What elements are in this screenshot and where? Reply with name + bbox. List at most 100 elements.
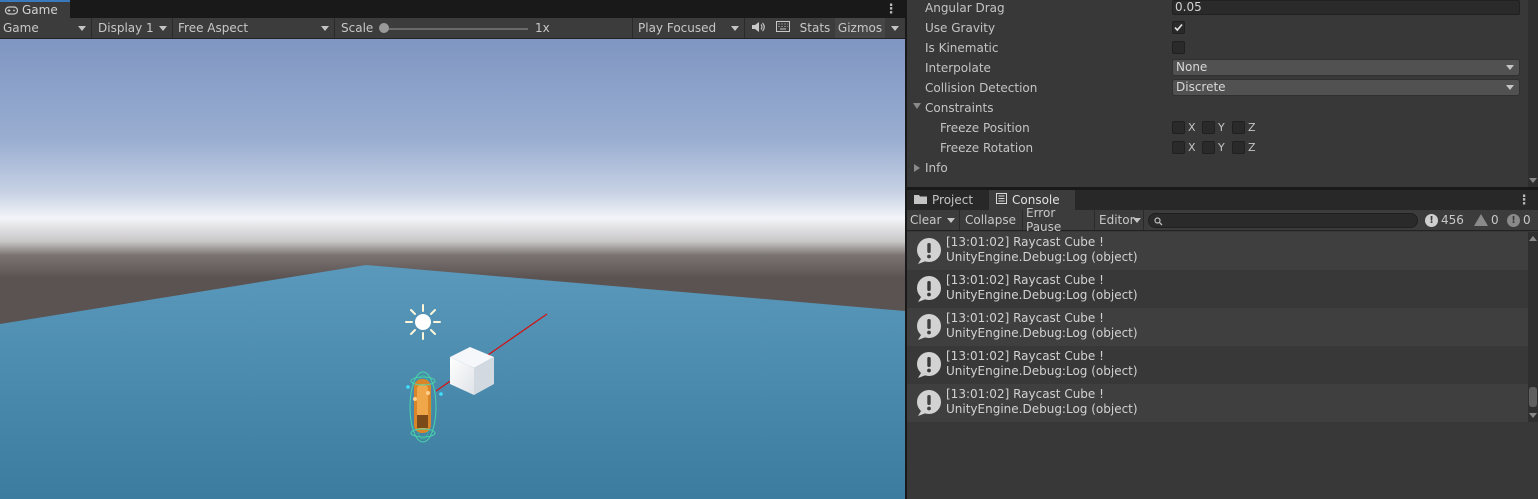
inspector-scrollbar[interactable] <box>1528 0 1538 187</box>
chevron-down-icon <box>159 26 167 31</box>
chevron-down-icon <box>1506 85 1514 90</box>
error-count: 0 <box>1523 213 1531 227</box>
angular-drag-field[interactable]: 0.05 <box>1172 0 1520 15</box>
play-mode-dropdown[interactable]: Play Focused <box>633 18 745 38</box>
tab-console-label: Console <box>1012 193 1060 207</box>
log-stacktrace: UnityEngine.Debug:Log (object) <box>946 250 1138 264</box>
collision-detection-dropdown[interactable]: Discrete <box>1172 79 1520 96</box>
freeze-position-x-checkbox[interactable] <box>1172 121 1185 134</box>
interpolate-dropdown[interactable]: None <box>1172 59 1520 76</box>
console-log-list: [13:01:02] Raycast Cube ! UnityEngine.De… <box>907 232 1528 422</box>
directional-light-gizmo[interactable] <box>405 304 441 340</box>
collision-detection-row: Collision Detection Discrete <box>907 79 1528 100</box>
scroll-down-icon[interactable] <box>1529 178 1537 183</box>
use-gravity-label: Use Gravity <box>925 21 996 35</box>
console-search-input[interactable] <box>1148 213 1418 228</box>
clear-dropdown[interactable]: Clear <box>907 210 960 230</box>
is-kinematic-label: Is Kinematic <box>925 41 999 55</box>
display-dropdown[interactable]: Display 1 <box>92 18 173 38</box>
mute-audio-button[interactable] <box>746 18 770 38</box>
use-gravity-checkbox[interactable] <box>1172 21 1185 34</box>
log-entry[interactable]: [13:01:02] Raycast Cube ! UnityEngine.De… <box>907 346 1528 384</box>
stats-button[interactable]: Stats <box>796 18 834 38</box>
info-icon <box>915 275 943 303</box>
freeze-position-x-label: X <box>1188 121 1196 134</box>
log-stacktrace: UnityEngine.Debug:Log (object) <box>946 288 1138 302</box>
aspect-dropdown[interactable]: Free Aspect <box>173 18 335 38</box>
error-count-toggle[interactable]: ! 0 <box>1507 210 1531 230</box>
error-pause-toggle[interactable]: Error Pause <box>1023 206 1095 234</box>
kebab-menu-icon[interactable]: ⋮ <box>885 0 898 18</box>
scroll-down-icon[interactable] <box>1529 413 1537 418</box>
freeze-rotation-y-checkbox[interactable] <box>1202 141 1215 154</box>
foldout-expanded-icon <box>913 103 921 109</box>
stats-label: Stats <box>799 21 831 35</box>
chevron-down-icon <box>1133 218 1141 223</box>
constraints-foldout[interactable]: Constraints <box>907 100 1528 120</box>
freeze-position-y-label: Y <box>1218 121 1225 134</box>
freeze-rotation-label: Freeze Rotation <box>940 141 1034 155</box>
shortcuts-button[interactable] <box>771 18 795 38</box>
collapse-toggle[interactable]: Collapse <box>960 210 1023 230</box>
view-mode-label: Game <box>3 21 39 35</box>
freeze-position-z-checkbox[interactable] <box>1232 121 1245 134</box>
chevron-down-icon <box>78 26 86 31</box>
info-icon: ! <box>1425 213 1438 227</box>
interpolate-value: None <box>1176 60 1208 74</box>
log-entry[interactable]: [13:01:02] Raycast Cube ! UnityEngine.De… <box>907 308 1528 346</box>
gizmos-toggle[interactable]: Gizmos <box>835 18 885 38</box>
game-panel: Game ⋮ Game Display 1 Free Aspect Scale … <box>0 0 905 499</box>
is-kinematic-row: Is Kinematic <box>907 40 1528 60</box>
log-entry[interactable]: [13:01:02] Raycast Cube ! UnityEngine.De… <box>907 270 1528 308</box>
console-tabbar: Project Console ⋮ <box>907 190 1538 210</box>
game-tabbar: Game ⋮ <box>0 0 905 18</box>
tab-game[interactable]: Game <box>0 0 70 18</box>
tab-project[interactable]: Project <box>907 190 987 210</box>
tab-game-label: Game <box>22 3 58 17</box>
search-icon <box>1154 215 1163 229</box>
freeze-position-y-checkbox[interactable] <box>1202 121 1215 134</box>
game-viewport[interactable] <box>0 39 905 499</box>
freeze-rotation-row: Freeze Rotation X Y Z <box>907 140 1528 160</box>
console-scrollbar[interactable] <box>1528 232 1538 422</box>
scrollbar-thumb[interactable] <box>1529 387 1537 407</box>
scale-slider-handle[interactable] <box>379 23 389 33</box>
freeze-position-row: Freeze Position X Y Z <box>907 120 1528 140</box>
use-gravity-row: Use Gravity <box>907 20 1528 40</box>
log-entry[interactable]: [13:01:02] Raycast Cube ! UnityEngine.De… <box>907 384 1528 422</box>
gizmos-menu-dropdown[interactable] <box>886 18 904 38</box>
scale-slider-track[interactable] <box>380 28 528 30</box>
freeze-rotation-z-label: Z <box>1248 141 1256 154</box>
freeze-rotation-y-label: Y <box>1218 141 1225 154</box>
kebab-menu-icon[interactable]: ⋮ <box>1518 191 1531 209</box>
log-message: [13:01:02] Raycast Cube ! <box>946 311 1104 325</box>
folder-icon <box>914 193 927 207</box>
info-foldout[interactable]: Info <box>907 160 1528 180</box>
log-entry[interactable]: [13:01:02] Raycast Cube ! UnityEngine.De… <box>907 232 1528 270</box>
info-icon <box>915 313 943 341</box>
chevron-down-icon <box>891 25 899 31</box>
console-toolbar: Clear Collapse Error Pause Editor ! 456 … <box>907 206 1538 234</box>
is-kinematic-checkbox[interactable] <box>1172 41 1185 54</box>
log-count-toggle[interactable]: ! 456 <box>1425 210 1464 230</box>
game-toolbar: Game Display 1 Free Aspect Scale 1x Play… <box>0 18 905 39</box>
view-mode-dropdown[interactable]: Game <box>0 18 92 38</box>
info-icon <box>915 237 943 265</box>
console-list-icon <box>996 193 1007 207</box>
tab-project-label: Project <box>932 193 974 207</box>
keyboard-icon <box>776 21 790 35</box>
collision-detection-label: Collision Detection <box>925 81 1038 95</box>
freeze-position-label: Freeze Position <box>940 121 1030 135</box>
aspect-label: Free Aspect <box>178 21 249 35</box>
speaker-icon <box>751 21 765 36</box>
log-count: 456 <box>1441 213 1464 227</box>
gamepad-icon <box>5 5 18 15</box>
editor-dropdown[interactable]: Editor <box>1095 210 1144 230</box>
gizmos-label: Gizmos <box>837 21 883 35</box>
scroll-up-icon[interactable] <box>1529 236 1537 241</box>
freeze-rotation-z-checkbox[interactable] <box>1232 141 1245 154</box>
freeze-rotation-x-checkbox[interactable] <box>1172 141 1185 154</box>
warning-count-toggle[interactable]: 0 <box>1474 210 1499 230</box>
foldout-collapsed-icon <box>914 164 920 172</box>
info-label: Info <box>925 161 948 175</box>
